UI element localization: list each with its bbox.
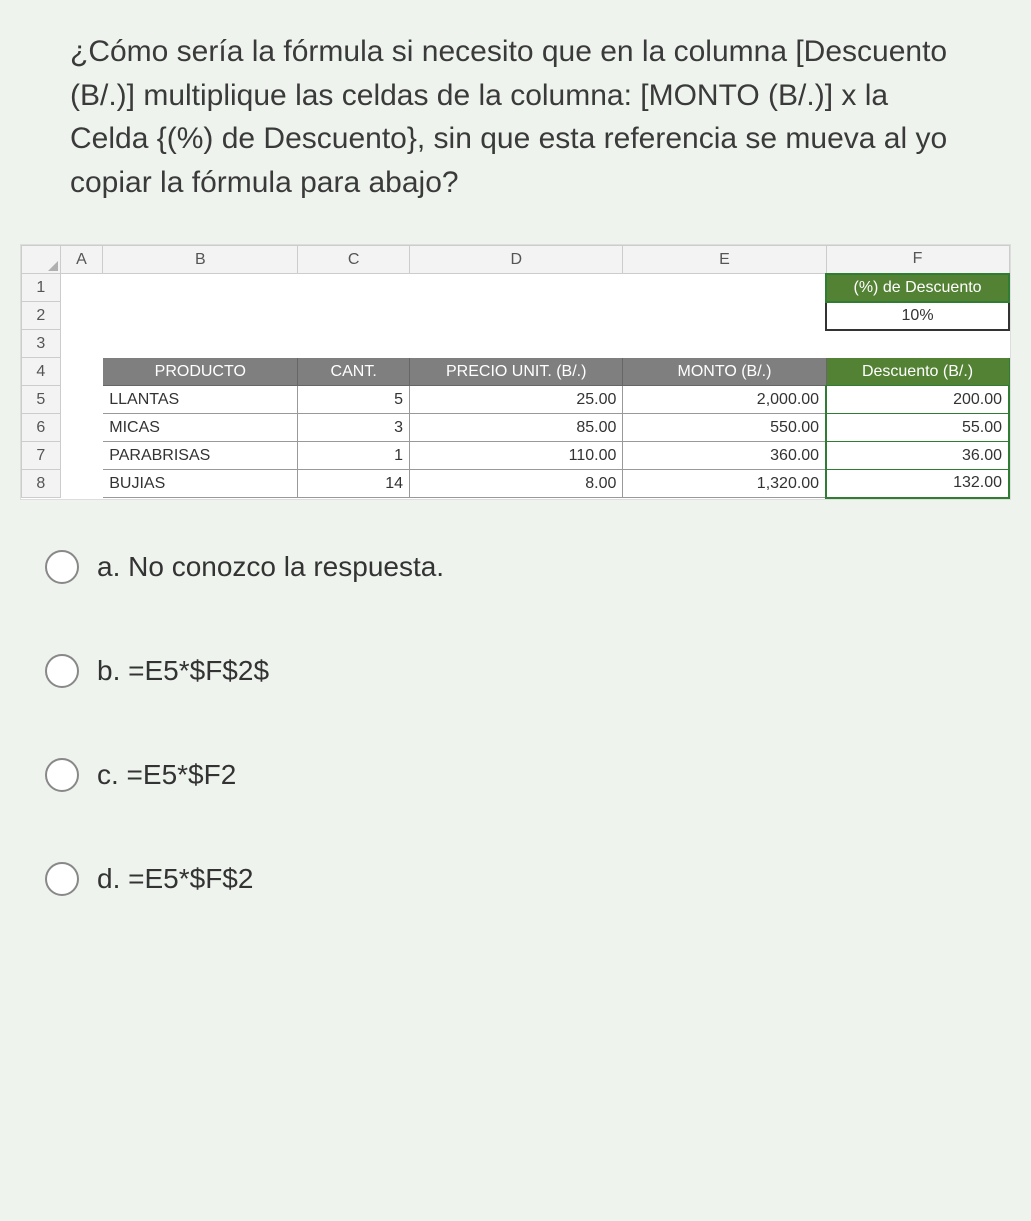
option-c[interactable]: c. =E5*$F2 xyxy=(45,758,1011,792)
cell-F8: 132.00 xyxy=(826,470,1009,498)
row-2: 2 xyxy=(22,302,61,330)
radio-icon[interactable] xyxy=(45,758,79,792)
spreadsheet-image: A B C D E F 1 (%) de Descuento 2 10% 3 4… xyxy=(20,244,1011,500)
cell-E8: 1,320.00 xyxy=(623,470,826,498)
radio-icon[interactable] xyxy=(45,654,79,688)
option-b-label: b. =E5*$F$2$ xyxy=(97,655,269,687)
answer-options: a. No conozco la respuesta. b. =E5*$F$2$… xyxy=(20,550,1011,896)
cell-C8: 14 xyxy=(298,470,410,498)
sheet-corner xyxy=(22,246,61,274)
cell-B8: BUJIAS xyxy=(103,470,298,498)
option-a-label: a. No conozco la respuesta. xyxy=(97,551,444,583)
row-4: 4 xyxy=(22,358,61,386)
option-d-label: d. =E5*$F$2 xyxy=(97,863,253,895)
col-B: B xyxy=(103,246,298,274)
hdr-descuento: Descuento (B/.) xyxy=(826,358,1009,386)
cell-B7: PARABRISAS xyxy=(103,442,298,470)
col-E: E xyxy=(623,246,826,274)
cell-E6: 550.00 xyxy=(623,414,826,442)
hdr-precio: PRECIO UNIT. (B/.) xyxy=(410,358,623,386)
option-b[interactable]: b. =E5*$F$2$ xyxy=(45,654,1011,688)
cell-D5: 25.00 xyxy=(410,386,623,414)
cell-D8: 8.00 xyxy=(410,470,623,498)
cell-C5: 5 xyxy=(298,386,410,414)
radio-icon[interactable] xyxy=(45,550,79,584)
col-D: D xyxy=(410,246,623,274)
radio-icon[interactable] xyxy=(45,862,79,896)
row-1: 1 xyxy=(22,274,61,302)
cell-E5: 2,000.00 xyxy=(623,386,826,414)
cell-D6: 85.00 xyxy=(410,414,623,442)
row-3: 3 xyxy=(22,330,61,358)
option-d[interactable]: d. =E5*$F$2 xyxy=(45,862,1011,896)
question-text: ¿Cómo sería la fórmula si necesito que e… xyxy=(20,30,1011,204)
hdr-cant: CANT. xyxy=(298,358,410,386)
col-A: A xyxy=(60,246,103,274)
hdr-producto: PRODUCTO xyxy=(103,358,298,386)
option-c-label: c. =E5*$F2 xyxy=(97,759,236,791)
cell-E7: 360.00 xyxy=(623,442,826,470)
row-7: 7 xyxy=(22,442,61,470)
cell-B5: LLANTAS xyxy=(103,386,298,414)
option-a[interactable]: a. No conozco la respuesta. xyxy=(45,550,1011,584)
hdr-monto: MONTO (B/.) xyxy=(623,358,826,386)
col-C: C xyxy=(298,246,410,274)
cell-C6: 3 xyxy=(298,414,410,442)
row-6: 6 xyxy=(22,414,61,442)
cell-F7: 36.00 xyxy=(826,442,1009,470)
row-5: 5 xyxy=(22,386,61,414)
cell-B6: MICAS xyxy=(103,414,298,442)
cell-F2: 10% xyxy=(826,302,1009,330)
cell-F5: 200.00 xyxy=(826,386,1009,414)
row-8: 8 xyxy=(22,470,61,498)
cell-F1: (%) de Descuento xyxy=(826,274,1009,302)
cell-D7: 110.00 xyxy=(410,442,623,470)
col-F: F xyxy=(826,246,1009,274)
cell-C7: 1 xyxy=(298,442,410,470)
cell-F6: 55.00 xyxy=(826,414,1009,442)
